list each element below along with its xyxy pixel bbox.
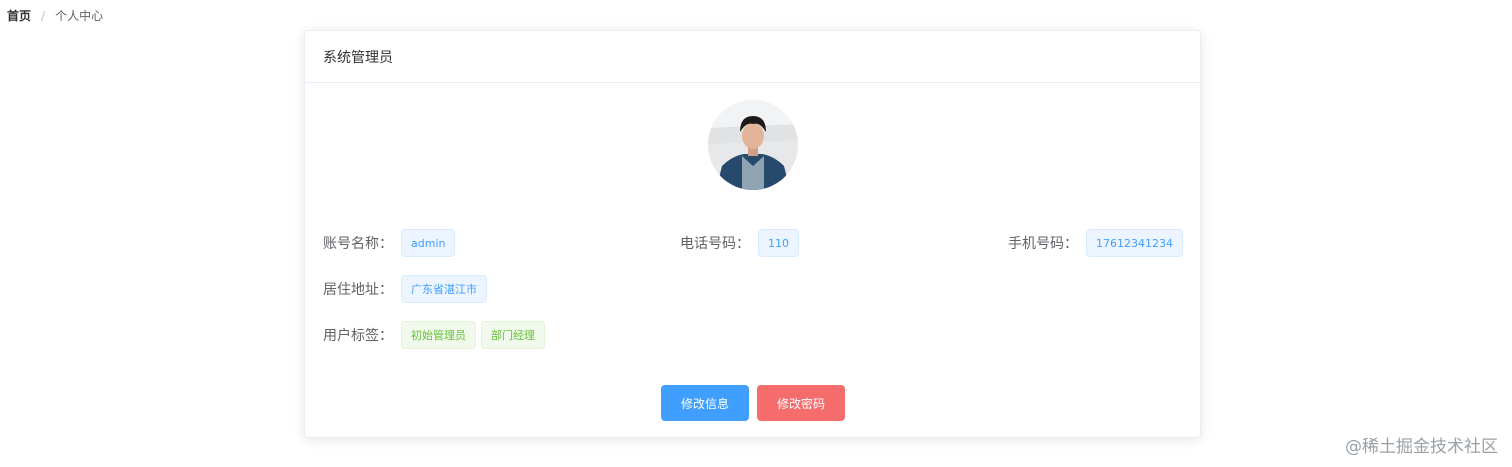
address-label: 居住地址： [323,282,393,298]
profile-card: 系统管理员 账号名称： admin 电话号码： 110 手机号码： 176123… [304,30,1201,438]
phone-value-tag: 110 [758,229,799,257]
breadcrumb-separator: / [41,9,46,23]
avatar[interactable] [708,100,798,190]
field-address: 居住地址： 广东省湛江市 [323,275,487,303]
field-account: 账号名称： admin [323,229,456,257]
card-title: 系统管理员 [323,49,393,66]
edit-info-button[interactable]: 修改信息 [661,385,749,421]
card-header: 系统管理员 [305,31,1200,83]
field-tags: 用户标签： 初始管理员 部门经理 [323,321,545,349]
avatar-image [708,100,798,190]
user-tag: 初始管理员 [401,321,476,349]
account-label: 账号名称： [323,236,393,252]
mobile-value-tag: 17612341234 [1086,229,1183,257]
change-password-button[interactable]: 修改密码 [757,385,845,421]
account-value-tag: admin [401,229,456,257]
watermark: @稀土掘金技术社区 [1345,437,1498,457]
breadcrumb: 首页 / 个人中心 [7,8,103,24]
field-mobile: 手机号码： 17612341234 [1008,229,1183,257]
phone-label: 电话号码： [680,236,750,252]
address-value-tag: 广东省湛江市 [401,275,487,303]
field-phone: 电话号码： 110 [680,229,799,257]
breadcrumb-current: 个人中心 [55,9,104,23]
breadcrumb-home-link[interactable]: 首页 [7,8,31,24]
user-tag: 部门经理 [481,321,545,349]
tags-label: 用户标签： [323,328,393,344]
mobile-label: 手机号码： [1008,236,1079,252]
